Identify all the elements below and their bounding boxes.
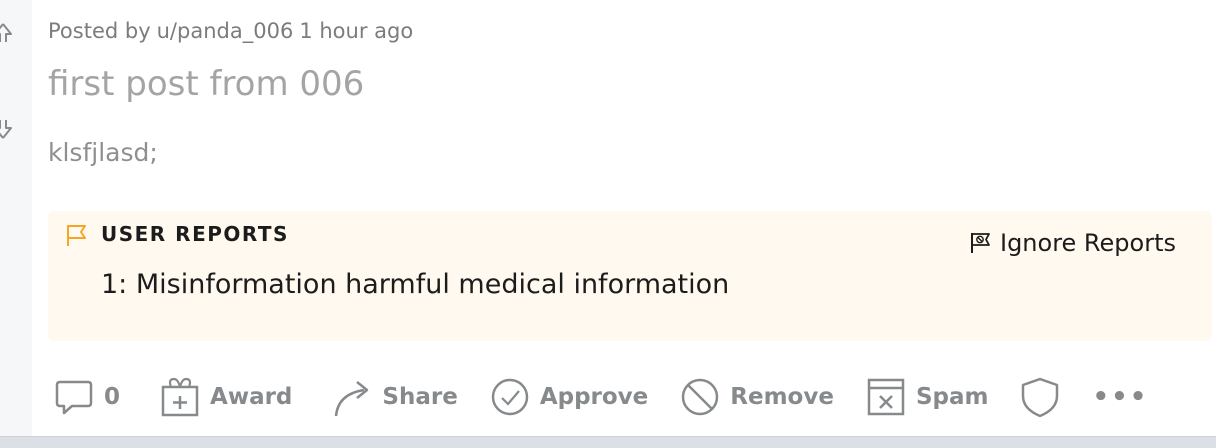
- shield-button[interactable]: [1020, 376, 1060, 418]
- ignore-flag-icon: [970, 233, 990, 253]
- post-actions-bar: 0 Award Share Approve Remove Spam •••: [54, 372, 1148, 422]
- remove-button[interactable]: Remove: [680, 376, 834, 418]
- author-link[interactable]: u/panda_006: [157, 19, 294, 43]
- spam-icon: [867, 378, 905, 416]
- remove-label: Remove: [730, 384, 834, 410]
- meta-prefix: Posted by: [48, 19, 151, 43]
- remove-icon: [682, 378, 719, 416]
- vote-rail: [0, 0, 32, 436]
- post-meta: Posted by u/panda_006 1 hour ago: [48, 19, 419, 43]
- feed-divider: [0, 436, 1216, 448]
- spam-label: Spam: [915, 384, 989, 410]
- post-title[interactable]: first post from 006: [48, 64, 364, 104]
- approve-icon: [491, 378, 529, 416]
- approve-label: Approve: [539, 384, 649, 410]
- downvote-icon[interactable]: [0, 118, 12, 140]
- comment-icon: [55, 380, 93, 415]
- share-icon: [335, 381, 369, 417]
- award-label: Award: [210, 384, 293, 410]
- spam-button[interactable]: Spam: [866, 376, 989, 418]
- report-item: 1: Misinformation harmful medical inform…: [101, 269, 730, 300]
- share-button[interactable]: Share: [332, 376, 458, 418]
- flag-icon: [67, 225, 86, 246]
- comments-count: 0: [104, 384, 121, 410]
- more-options-button[interactable]: •••: [1092, 382, 1148, 412]
- comments-button[interactable]: 0: [54, 376, 120, 418]
- ignore-reports-label: Ignore Reports: [999, 229, 1176, 257]
- award-button[interactable]: Award: [160, 376, 292, 418]
- approve-button[interactable]: Approve: [490, 376, 648, 418]
- more-icon: •••: [1092, 382, 1149, 412]
- user-reports-heading: USER REPORTS: [101, 222, 289, 246]
- user-reports-panel: USER REPORTS 1: Misinformation harmful m…: [48, 211, 1212, 341]
- shield-icon: [1022, 377, 1059, 418]
- upvote-icon[interactable]: [0, 22, 12, 44]
- ignore-reports-button[interactable]: Ignore Reports: [970, 227, 1176, 259]
- post-body: klsfjlasd;: [48, 138, 158, 167]
- post-time[interactable]: 1 hour ago: [299, 19, 413, 43]
- share-label: Share: [382, 384, 458, 410]
- award-icon: [161, 377, 199, 417]
